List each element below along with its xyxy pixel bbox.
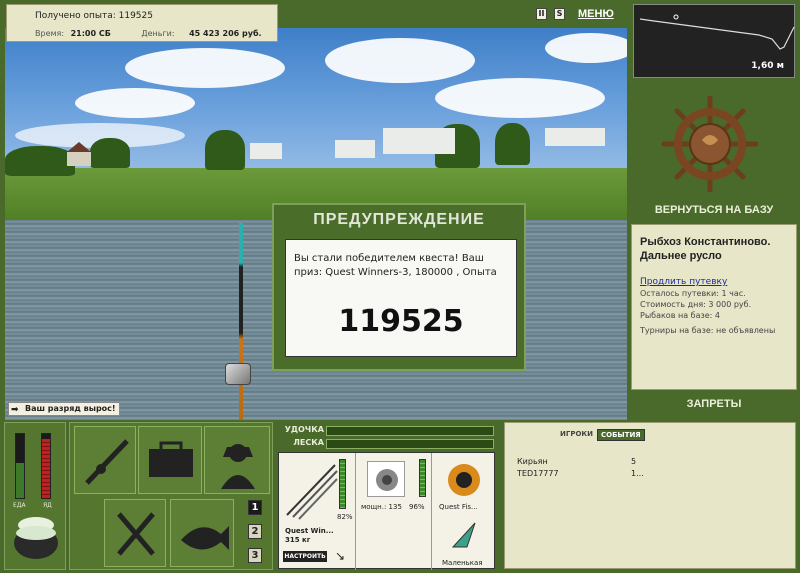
- time-label: Время:: [35, 29, 65, 38]
- setup-button[interactable]: НАСТРОИТЬ: [283, 551, 327, 562]
- rod-label: УДОЧКА: [284, 425, 324, 434]
- page-button-2[interactable]: 2: [248, 524, 262, 539]
- player-row[interactable]: Кирьян 5: [517, 457, 636, 466]
- food-gauge: [15, 433, 25, 499]
- xp-value: 119525: [118, 11, 153, 21]
- line-name: Quest Fis...: [439, 503, 478, 511]
- player-row[interactable]: TED17777 1...: [517, 469, 644, 478]
- depth-value: 1,60 м: [751, 61, 784, 71]
- rank-text: Ваш разряд вырос!: [25, 404, 116, 413]
- helm-icon[interactable]: [660, 92, 760, 197]
- xp-line: Получено опыта: 119525: [35, 11, 153, 21]
- extend-permit-link[interactable]: Продлить путевку: [640, 277, 788, 287]
- dialog-message: Вы стали победителем квеста! Ваш приз: Q…: [294, 253, 497, 278]
- rod-name: Quest Win...: [285, 527, 334, 535]
- sound-button[interactable]: S: [554, 8, 565, 20]
- fish-icon: [181, 526, 229, 550]
- tackle-box-icon: [149, 441, 193, 477]
- reel-pct: 96%: [409, 503, 425, 511]
- float-marker: [673, 14, 679, 20]
- time-value: 21:00 СБ: [70, 29, 111, 38]
- player-value: 1...: [631, 469, 644, 478]
- rod-weight: 315 кг: [285, 536, 311, 544]
- rod-pct: 82%: [337, 513, 353, 521]
- rod-tension-bar: [326, 426, 494, 436]
- players-panel: ИГРОКИ СОБЫТИЯ Кирьян 5 TED17777 1...: [504, 422, 796, 569]
- knife-fork-icon: [117, 512, 155, 556]
- base-info-row: Осталось путевки: 1 час.: [640, 289, 746, 298]
- player-value: 5: [631, 457, 637, 466]
- money-value: 45 423 206 руб.: [189, 29, 262, 38]
- rod-slot[interactable]: [74, 426, 136, 494]
- warning-dialog[interactable]: ПРЕДУПРЕЖДЕНИЕ Вы стали победителем квес…: [272, 203, 526, 371]
- depth-meter: 1,60 м: [633, 4, 795, 78]
- cauldron-icon[interactable]: [11, 513, 61, 563]
- fisherman-icon: [221, 444, 255, 489]
- base-info-row: Стоимость дня: 3 000 руб.: [640, 300, 752, 309]
- player-name: Кирьян: [517, 457, 548, 466]
- lure-slot[interactable]: [445, 517, 483, 555]
- xp-label: Получено опыта:: [35, 11, 116, 21]
- base-info-panel: Рыбхоз Константиново. Дальнее русло Прод…: [631, 224, 797, 390]
- fisherman-slot[interactable]: [204, 426, 270, 494]
- line-tension-bar: [326, 439, 494, 449]
- reel-slot[interactable]: [367, 461, 405, 497]
- time-money-line: Время: 21:00 СБ Деньги: 45 423 206 руб.: [35, 29, 262, 38]
- line-slot[interactable]: [445, 461, 483, 499]
- dialog-title: ПРЕДУПРЕЖДЕНИЕ: [313, 211, 485, 228]
- rod-case-icon: [85, 439, 129, 485]
- base-info-row: Турниры на базе: не объявлены: [640, 326, 776, 335]
- reel-power: мощн.: 135: [361, 503, 402, 511]
- food-slot[interactable]: [104, 499, 166, 567]
- player-info-panel: Получено опыта: 119525 Время: 21:00 СБ Д…: [6, 4, 278, 42]
- fishing-rod[interactable]: [239, 223, 243, 420]
- base-info-row: Рыбаков на базе: 4: [640, 311, 720, 320]
- gauges-panel: ЕДА ЯД: [4, 422, 66, 570]
- line-label: ЛЕСКА: [293, 438, 324, 447]
- base-title: Рыбхоз Константиново. Дальнее русло: [640, 236, 771, 262]
- rod-icon[interactable]: [283, 461, 339, 521]
- dialog-body: Вы стали победителем квеста! Ваш приз: Q…: [285, 239, 517, 357]
- bans-button[interactable]: ЗАПРЕТЫ: [633, 398, 795, 410]
- reel-wear-bar: [419, 459, 426, 497]
- page-button-1[interactable]: 1: [248, 500, 262, 515]
- tab-events[interactable]: СОБЫТИЯ: [597, 429, 645, 441]
- fish-slot[interactable]: [170, 499, 234, 567]
- dialog-xp-number: 119525: [338, 304, 464, 339]
- inventory-panel: 1 2 3: [69, 422, 273, 570]
- poison-label: ЯД: [43, 502, 52, 509]
- rank-up-notice[interactable]: ➡ Ваш разряд вырос!: [8, 402, 120, 416]
- arrow-right-icon: ➡: [11, 405, 19, 415]
- player-name: TED17777: [517, 469, 559, 478]
- lure-name: Маленькая: [442, 559, 483, 567]
- arrow-down-right-icon: ↘: [335, 549, 346, 563]
- poison-gauge: [41, 433, 51, 499]
- tackle-box-slot[interactable]: [138, 426, 202, 494]
- page-button-3[interactable]: 3: [248, 548, 262, 563]
- reel-icon: [376, 469, 398, 491]
- line-spool-icon: [448, 464, 480, 496]
- money-label: Деньги:: [141, 29, 175, 38]
- tab-players[interactable]: ИГРОКИ: [557, 429, 596, 439]
- back-to-base-button[interactable]: ВЕРНУТЬСЯ НА БАЗУ: [633, 204, 795, 216]
- rod-wear-bar: [339, 459, 346, 509]
- reel: [225, 363, 251, 385]
- pause-button[interactable]: II: [536, 8, 547, 20]
- top-controls: II S МЕНЮ: [536, 8, 621, 22]
- lure-icon: [451, 522, 476, 548]
- food-label: ЕДА: [13, 502, 26, 509]
- menu-button[interactable]: МЕНЮ: [578, 8, 614, 20]
- tackle-panel: 82% Quest Win... 315 кг НАСТРОИТЬ ↘ мощн…: [278, 452, 495, 570]
